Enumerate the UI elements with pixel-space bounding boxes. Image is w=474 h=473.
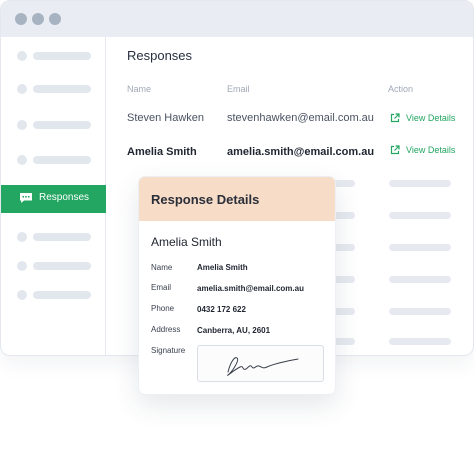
sidebar-item-placeholder[interactable] [1,153,106,167]
placeholder-label [33,291,91,299]
row-name: Steven Hawken [127,112,205,124]
response-details-card: Response Details Amelia Smith Name Ameli… [138,176,336,395]
field-value: Canberra, AU, 2601 [197,326,271,335]
placeholder-icon [17,232,27,242]
window-close-dot[interactable] [15,13,27,25]
placeholder-bar [389,180,451,187]
placeholder-label [33,85,91,93]
external-link-icon [390,145,400,155]
chat-bubble-icon [20,193,32,203]
sidebar-item-placeholder[interactable] [1,288,106,302]
signature-box [197,345,324,382]
placeholder-icon [17,155,27,165]
placeholder-bar [389,276,451,283]
sidebar-item-responses[interactable]: Responses [1,185,106,213]
view-details-label: View Details [406,113,456,123]
sidebar-item-placeholder[interactable] [1,82,106,96]
placeholder-icon [17,51,27,61]
placeholder-label [33,121,91,129]
column-header-name: Name [127,84,152,94]
card-title: Response Details [151,192,260,207]
placeholder-bar [389,338,451,345]
view-details-label: View Details [406,145,456,155]
window-maximize-dot[interactable] [49,13,61,25]
sidebar-item-placeholder[interactable] [1,49,106,63]
placeholder-bar [389,212,451,219]
row-name: Amelia Smith [127,146,197,158]
card-header: Response Details [139,177,335,221]
external-link-icon [390,113,400,123]
page-title: Responses [127,48,193,63]
field-label: Phone [151,304,175,313]
signature-drawing [227,357,299,376]
field-value: 0432 172 622 [197,305,246,314]
field-label: Address [151,325,181,334]
title-bar [1,1,473,37]
placeholder-label [33,52,91,60]
placeholder-bar [389,244,451,251]
window-minimize-dot[interactable] [32,13,44,25]
sidebar-item-label: Responses [39,192,90,203]
row-email: amelia.smith@email.com.au [227,146,375,158]
sidebar-item-placeholder[interactable] [1,118,106,132]
placeholder-icon [17,84,27,94]
placeholder-label [33,156,91,164]
placeholder-icon [17,261,27,271]
placeholder-icon [17,290,27,300]
sidebar-item-placeholder[interactable] [1,259,106,273]
field-value: amelia.smith@email.com.au [197,284,304,293]
column-header-email: Email [227,84,250,94]
view-details-link[interactable]: View Details [390,145,460,157]
placeholder-label [33,262,91,270]
field-value: Amelia Smith [197,263,248,272]
column-header-action: Action [388,84,414,94]
placeholder-label [33,233,91,241]
sidebar-item-placeholder[interactable] [1,230,106,244]
field-label: Email [151,283,172,292]
placeholder-bar [389,308,451,315]
respondent-name: Amelia Smith [151,235,222,249]
field-label: Signature [151,346,186,355]
placeholder-icon [17,120,27,130]
row-email: stevenhawken@email.com.au [227,112,374,124]
sidebar: Responses [1,37,106,355]
field-label: Name [151,263,173,272]
view-details-link[interactable]: View Details [390,113,460,125]
